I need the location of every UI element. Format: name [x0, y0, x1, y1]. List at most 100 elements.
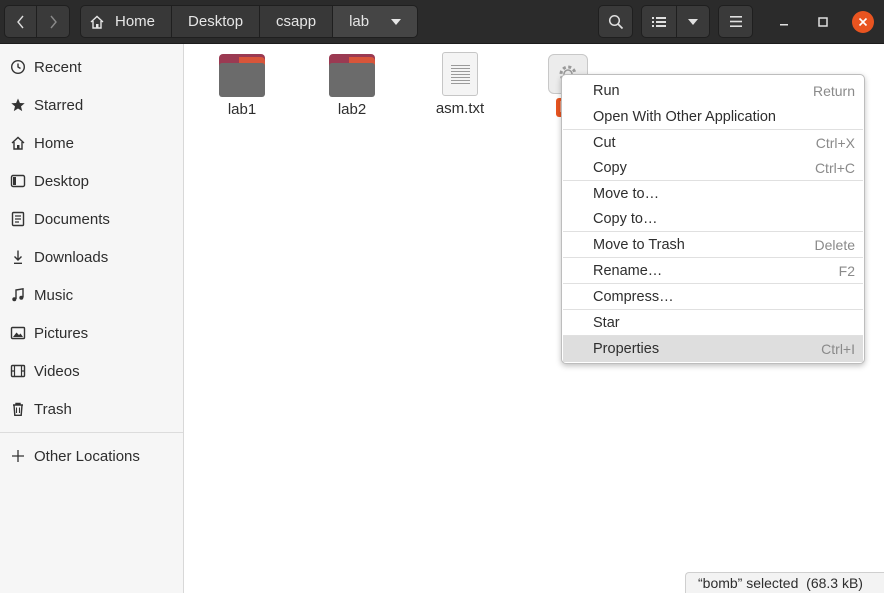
breadcrumb-label: csapp	[276, 13, 317, 30]
desktop-icon	[9, 172, 27, 190]
breadcrumb-csapp[interactable]: csapp	[260, 5, 334, 38]
status-overlay: “bomb” selected (68.3 kB)	[685, 572, 884, 593]
clock-icon	[9, 58, 27, 76]
menu-item-cut[interactable]: Cut Ctrl+X	[563, 130, 863, 156]
menu-item-rename[interactable]: Rename… F2	[563, 258, 863, 284]
menu-item-run[interactable]: Run Return	[563, 78, 863, 104]
folder-icon	[219, 54, 265, 97]
menu-item-label: Properties	[593, 341, 660, 357]
sidebar-item-label: Music	[34, 286, 74, 304]
sidebar-item-recent[interactable]: Recent	[0, 49, 183, 85]
menu-item-label: Run	[593, 83, 620, 99]
folder-icon	[329, 54, 375, 97]
pictures-icon	[9, 324, 27, 342]
sidebar-item-label: Pictures	[34, 324, 89, 342]
header-bar: Home Desktop csapp lab	[0, 0, 884, 44]
chevron-left-icon	[16, 15, 24, 28]
list-view-button[interactable]	[641, 5, 677, 38]
file-item-lab1[interactable]: lab1	[197, 54, 287, 118]
sidebar-item-label: Videos	[34, 362, 80, 380]
menu-item-label: Compress…	[593, 289, 674, 305]
sidebar-item-downloads[interactable]: Downloads	[0, 239, 183, 275]
menu-item-star[interactable]: Star	[563, 310, 863, 336]
menu-item-properties[interactable]: Properties Ctrl+I	[563, 336, 863, 362]
sidebar-item-label: Home	[34, 134, 75, 152]
sidebar: Recent Starred Home Desktop Documents Do…	[0, 44, 184, 593]
list-view-icon	[652, 16, 666, 27]
back-button[interactable]	[4, 5, 37, 38]
documents-icon	[9, 210, 27, 228]
sidebar-item-label: Documents	[34, 210, 110, 228]
hamburger-icon	[729, 16, 742, 27]
sidebar-item-other-locations[interactable]: Other Locations	[0, 438, 183, 474]
chevron-down-icon	[688, 18, 698, 25]
menu-item-move-to-trash[interactable]: Move to Trash Delete	[563, 232, 863, 258]
menu-item-accel: Ctrl+I	[821, 341, 855, 357]
maximize-button[interactable]	[812, 11, 834, 33]
sidebar-separator	[0, 432, 183, 433]
home-icon	[9, 134, 27, 152]
breadcrumb-lab[interactable]: lab	[333, 5, 419, 38]
minimize-button[interactable]	[773, 11, 795, 33]
breadcrumb-label: Home	[115, 13, 156, 30]
menu-item-label: Star	[593, 315, 620, 331]
download-icon	[9, 248, 27, 266]
sidebar-item-music[interactable]: Music	[0, 277, 183, 313]
file-item-asm-txt[interactable]: asm.txt	[415, 52, 505, 117]
menu-item-open-with[interactable]: Open With Other Application	[563, 104, 863, 130]
sidebar-item-starred[interactable]: Starred	[0, 87, 183, 123]
menu-item-accel: Ctrl+X	[815, 135, 855, 151]
minimize-icon	[780, 24, 788, 26]
main-menu-button[interactable]	[718, 5, 753, 38]
menu-item-accel: F2	[838, 263, 855, 279]
menu-item-label: Open With Other Application	[593, 109, 776, 125]
videos-icon	[9, 362, 27, 380]
breadcrumb: Home Desktop csapp lab	[80, 5, 419, 38]
star-icon	[9, 96, 27, 114]
menu-item-accel: Ctrl+C	[814, 160, 855, 176]
sidebar-item-label: Other Locations	[34, 447, 140, 465]
breadcrumb-home[interactable]: Home	[80, 5, 173, 38]
file-name: asm.txt	[435, 100, 485, 117]
sidebar-item-label: Desktop	[34, 172, 90, 190]
breadcrumb-label: Desktop	[188, 13, 244, 30]
menu-item-label: Copy	[593, 160, 627, 176]
text-file-icon	[442, 52, 478, 96]
menu-item-copy[interactable]: Copy Ctrl+C	[563, 155, 863, 181]
sidebar-item-videos[interactable]: Videos	[0, 353, 183, 389]
file-name: lab2	[337, 101, 367, 118]
menu-item-copy-to[interactable]: Copy to…	[563, 206, 863, 232]
trash-icon	[9, 400, 27, 418]
menu-item-accel: Return	[812, 83, 855, 99]
maximize-icon	[818, 17, 828, 27]
forward-button[interactable]	[36, 5, 70, 38]
menu-item-label: Move to Trash	[593, 237, 685, 253]
status-text: “bomb” selected (68.3 kB)	[698, 575, 863, 591]
menu-item-compress[interactable]: Compress…	[563, 284, 863, 310]
sidebar-item-desktop[interactable]: Desktop	[0, 163, 183, 199]
sidebar-item-label: Recent	[34, 58, 82, 76]
sidebar-item-label: Downloads	[34, 248, 109, 266]
sidebar-item-home[interactable]: Home	[0, 125, 183, 161]
close-icon	[858, 17, 868, 27]
search-button[interactable]	[598, 5, 633, 38]
chevron-right-icon	[50, 15, 57, 28]
search-icon	[608, 14, 623, 29]
view-options-button[interactable]	[676, 5, 710, 38]
menu-item-label: Rename…	[593, 263, 663, 279]
sidebar-item-label: Trash	[34, 400, 72, 418]
menu-item-label: Move to…	[593, 186, 660, 202]
breadcrumb-desktop[interactable]: Desktop	[172, 5, 261, 38]
sidebar-item-pictures[interactable]: Pictures	[0, 315, 183, 351]
menu-item-move-to[interactable]: Move to…	[563, 181, 863, 207]
plus-icon	[9, 447, 27, 465]
menu-item-label: Cut	[593, 135, 616, 151]
sidebar-item-trash[interactable]: Trash	[0, 391, 183, 427]
menu-item-accel: Delete	[814, 237, 855, 253]
file-name: lab1	[227, 101, 257, 118]
sidebar-item-documents[interactable]: Documents	[0, 201, 183, 237]
close-button[interactable]	[852, 11, 874, 33]
chevron-down-icon	[391, 18, 402, 25]
breadcrumb-label: lab	[349, 13, 370, 30]
file-item-lab2[interactable]: lab2	[307, 54, 397, 118]
